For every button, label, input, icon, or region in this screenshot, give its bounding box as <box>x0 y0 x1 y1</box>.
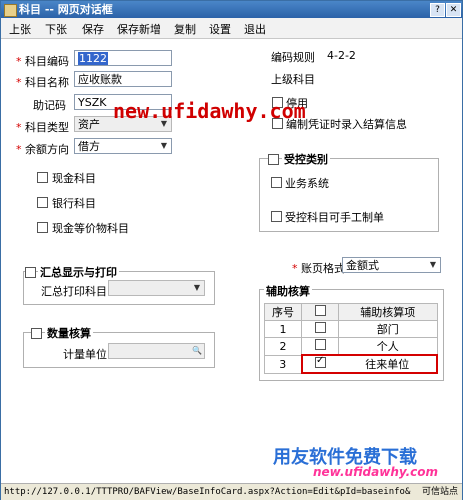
row-item: 个人 <box>338 337 438 356</box>
bank-checkbox[interactable] <box>37 197 48 208</box>
summary-title: 汇总显示与打印 <box>38 264 119 280</box>
table-row: 3 往来单位 <box>264 354 438 374</box>
status-bar: http://127.0.0.1/TTTPRO/BAFView/BaseInfo… <box>1 483 462 500</box>
business-checkbox[interactable] <box>271 177 282 188</box>
code-label: * 科目编码 <box>16 55 69 68</box>
coding-rule-value: 4-2-2 <box>327 49 356 62</box>
select-all-checkbox[interactable] <box>314 305 326 316</box>
menu-exit[interactable]: 退出 <box>244 21 266 37</box>
chevron-down-icon: ▼ <box>160 141 168 150</box>
type-label: * 科目类型 <box>16 121 69 134</box>
search-icon[interactable]: 🔍 <box>190 344 204 358</box>
ledger-label: * 账页格式 <box>292 262 345 275</box>
row-no: 2 <box>264 337 302 356</box>
dialog-window: 科目 -- 网页对话框 ? ✕ 上张 下张 保存 保存新增 复制 设置 退出 *… <box>0 0 463 500</box>
summary-checkbox[interactable] <box>25 267 36 278</box>
row-no: 3 <box>264 354 302 374</box>
business-label: 业务系统 <box>285 177 329 190</box>
menu-bar: 上张 下张 保存 保存新增 复制 设置 退出 <box>1 18 462 39</box>
col-item: 辅助核算项 <box>338 303 438 321</box>
code-input[interactable]: 1122 <box>74 50 172 66</box>
menu-copy[interactable]: 复制 <box>174 21 196 37</box>
chevron-down-icon: ▼ <box>429 260 437 269</box>
menu-next[interactable]: 下张 <box>45 21 67 37</box>
app-icon <box>4 4 17 17</box>
controlled-title: 受控类别 <box>282 151 330 167</box>
watermark-brand-url: new.ufidawhy.com <box>313 465 439 479</box>
unit-input: 🔍 <box>108 343 205 359</box>
title-bar: 科目 -- 网页对话框 ? ✕ <box>1 1 462 18</box>
bank-label: 银行科目 <box>52 197 96 210</box>
menu-save-new[interactable]: 保存新增 <box>117 21 161 37</box>
table-header: 序号 辅助核算项 <box>264 303 438 321</box>
row-item: 部门 <box>338 320 438 338</box>
cash-label: 现金科目 <box>52 172 96 185</box>
mnemonic-label: 助记码 <box>33 99 66 112</box>
cash-checkbox[interactable] <box>37 172 48 183</box>
table-row: 1 部门 <box>264 320 438 338</box>
row-checkbox[interactable] <box>314 322 326 333</box>
col-no: 序号 <box>264 303 302 321</box>
row-no: 1 <box>264 320 302 338</box>
watermark-url: new.ufidawhy.com <box>113 99 306 123</box>
name-input[interactable]: 应收账款 <box>74 71 172 87</box>
row-checkbox[interactable] <box>315 355 326 368</box>
summary-print-select: ▼ <box>108 280 205 296</box>
help-button[interactable]: ? <box>430 3 445 17</box>
aux-table: 序号 辅助核算项 1 部门 2 个人 3 往来单位 <box>264 303 438 374</box>
window-title: 科目 -- 网页对话框 <box>19 3 113 16</box>
menu-settings[interactable]: 设置 <box>209 21 231 37</box>
row-checkbox[interactable] <box>314 339 326 350</box>
ledger-select[interactable]: 金额式 ▼ <box>342 257 441 273</box>
name-label: * 科目名称 <box>16 76 69 89</box>
table-row: 2 个人 <box>264 337 438 356</box>
coding-rule-label: 编码规则 <box>271 51 315 64</box>
cash-eq-label: 现金等价物科目 <box>52 222 129 235</box>
close-button[interactable]: ✕ <box>446 3 461 17</box>
unit-label: 计量单位 <box>63 348 107 361</box>
row-item: 往来单位 <box>338 354 438 374</box>
chevron-down-icon: ▼ <box>193 283 201 292</box>
menu-prev[interactable]: 上张 <box>9 21 31 37</box>
status-zone: 可信站点 <box>421 487 458 497</box>
balance-dir-label: * 余额方向 <box>16 143 69 156</box>
balance-dir-select[interactable]: 借方 ▼ <box>74 138 172 154</box>
parent-label: 上级科目 <box>271 73 315 86</box>
manual-checkbox[interactable] <box>271 211 282 222</box>
quantity-checkbox[interactable] <box>31 328 42 339</box>
aux-title: 辅助核算 <box>264 283 312 299</box>
status-url: http://127.0.0.1/TTTPRO/BAFView/BaseInfo… <box>4 487 411 497</box>
summary-print-label: 汇总打印科目 <box>41 285 107 298</box>
quantity-title: 数量核算 <box>45 325 93 341</box>
controlled-checkbox[interactable] <box>268 154 279 165</box>
menu-save[interactable]: 保存 <box>82 21 104 37</box>
manual-label: 受控科目可手工制单 <box>285 211 384 224</box>
cash-eq-checkbox[interactable] <box>37 222 48 233</box>
